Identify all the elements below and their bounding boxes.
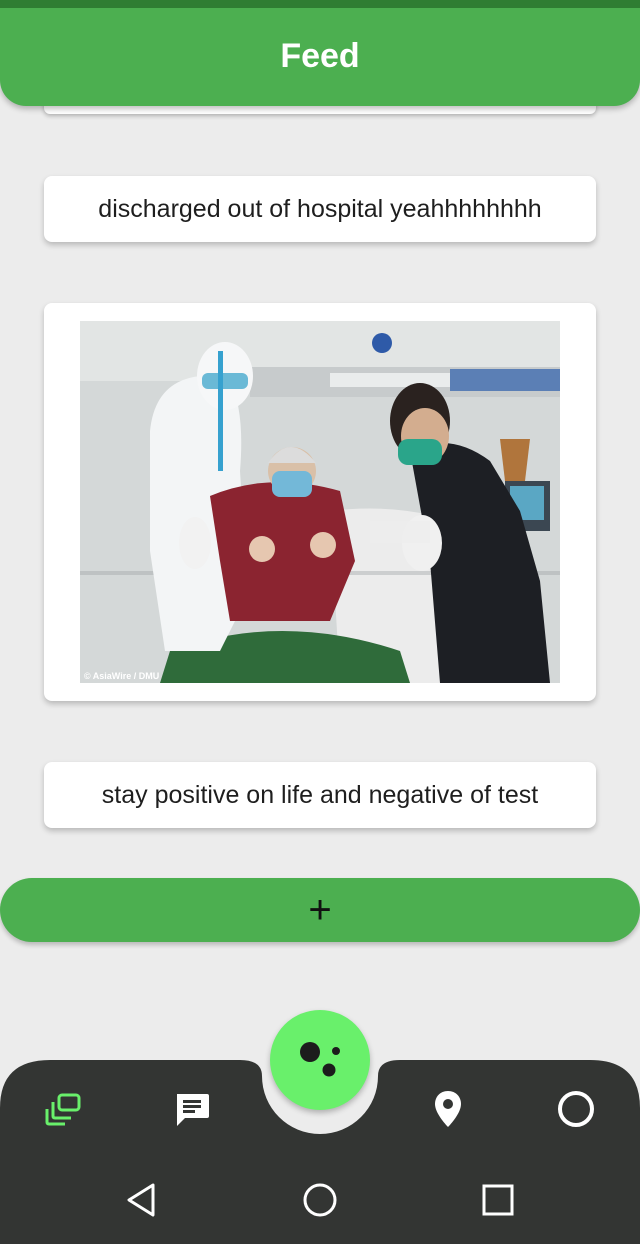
location-pin-icon <box>435 1091 461 1127</box>
add-post-button[interactable]: + <box>0 878 640 942</box>
nav-item-chat[interactable] <box>170 1087 214 1131</box>
chat-bubble-icon <box>177 1094 209 1126</box>
recents-square-icon <box>482 1184 514 1216</box>
assistant-fab-button[interactable] <box>270 1010 370 1110</box>
post-photo[interactable]: © AsiaWire / DMU <box>80 321 560 683</box>
app-header: Feed <box>0 6 640 106</box>
system-recents-button[interactable] <box>474 1176 522 1224</box>
nav-item-map[interactable] <box>426 1087 470 1131</box>
post-card-text[interactable]: discharged out of hospital yeahhhhhhhh <box>44 176 596 242</box>
photo-credit: © AsiaWire / DMU <box>84 671 159 681</box>
plus-icon: + <box>308 888 332 932</box>
post-text: stay positive on life and negative of te… <box>101 780 539 809</box>
back-triangle-icon <box>127 1183 155 1217</box>
system-back-button[interactable] <box>118 1176 166 1224</box>
post-text: discharged out of hospital yeahhhhhhhh <box>98 194 542 223</box>
nav-item-profile[interactable] <box>554 1087 598 1131</box>
post-card-text[interactable]: stay positive on life and negative of te… <box>44 762 596 828</box>
status-bar <box>0 0 640 8</box>
page-title: Feed <box>280 36 360 75</box>
nav-item-feed[interactable] <box>42 1087 86 1131</box>
post-card-image[interactable]: © AsiaWire / DMU <box>44 303 596 701</box>
stacked-cards-icon <box>45 1093 81 1126</box>
system-home-button[interactable] <box>296 1176 344 1224</box>
circle-icon <box>558 1091 594 1127</box>
home-circle-icon <box>303 1183 337 1217</box>
assistant-dots-icon <box>300 1042 340 1077</box>
hospital-patient-photo: © AsiaWire / DMU <box>80 321 560 683</box>
